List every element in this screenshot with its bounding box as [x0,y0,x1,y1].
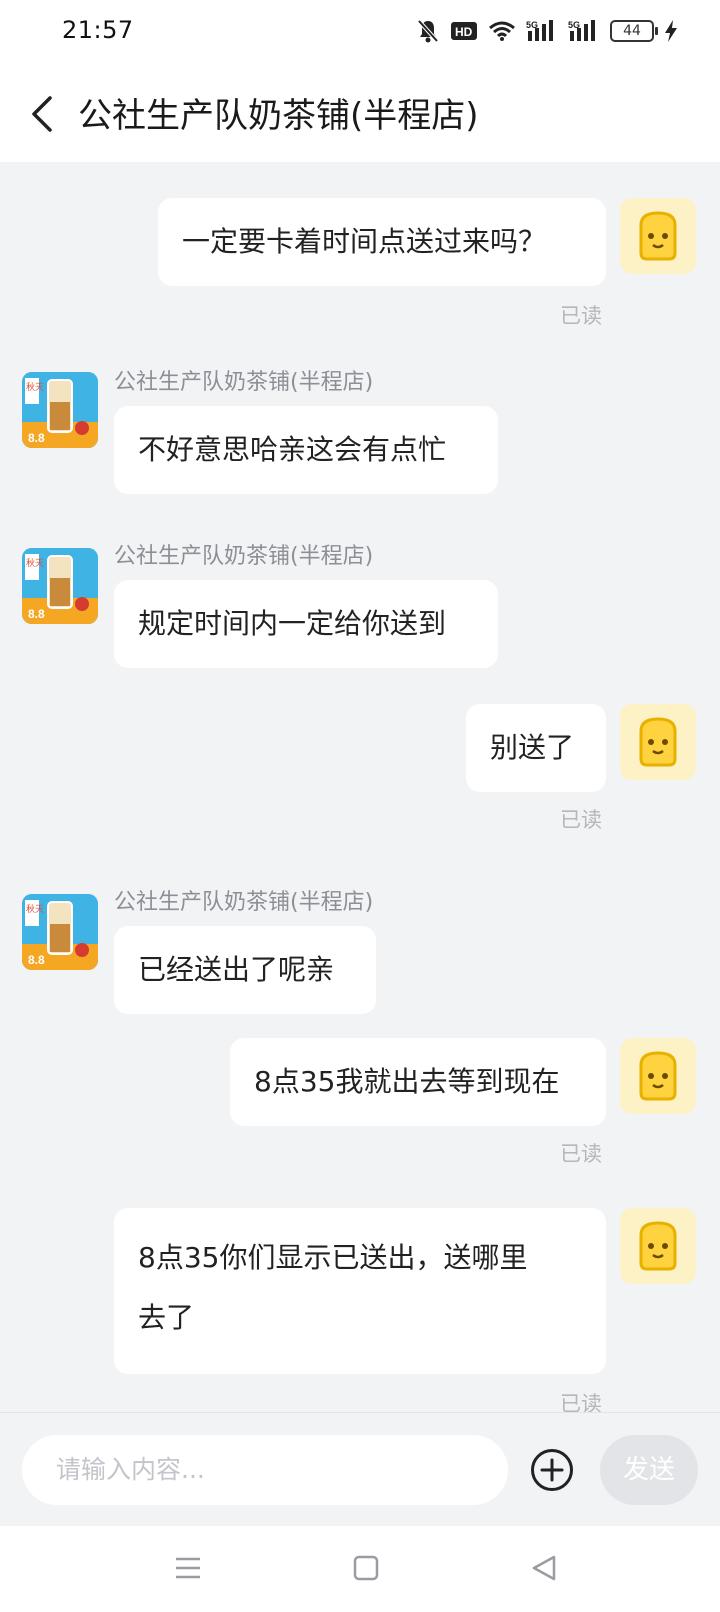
user-avatar[interactable] [620,198,696,274]
triangle-back-icon [532,1555,556,1581]
message-list[interactable]: 一定要卡着时间点送过来吗？ 已读 秋天 8.8 公社生产队奶茶铺(半程店) 不好意… [0,162,720,1412]
menu-button[interactable] [174,1554,202,1586]
shop-avatar[interactable]: 秋天 8.8 [22,894,98,970]
toast-face-icon [639,717,677,767]
status-time: 21:57 [62,16,134,44]
message-bubble[interactable]: 8点35我就出去等到现在 [230,1038,606,1126]
toast-face-icon [639,1051,677,1101]
message-bubble[interactable]: 已经送出了呢亲 [114,926,376,1014]
input-bar: 请输入内容... 发送 [0,1412,720,1526]
message-bubble[interactable]: 8点35你们显示已送出，送哪里 去了 [114,1208,606,1374]
user-avatar[interactable] [620,1038,696,1114]
status-bar: 21:57 HD 5G 5G 44 [0,0,720,66]
toast-face-icon [639,1221,677,1271]
message-line: 8点35你们显示已送出，送哪里 [138,1241,528,1274]
user-avatar[interactable] [620,1208,696,1284]
message-bubble[interactable]: 不好意思哈亲这会有点忙 [114,406,498,494]
hd-icon: HD [450,20,478,42]
wifi-icon [488,20,516,42]
page-title: 公社生产队奶茶铺(半程店) [78,96,479,136]
send-button[interactable]: 发送 [600,1435,698,1505]
home-button[interactable] [352,1554,380,1586]
signal-icon: 5G [568,19,600,43]
svg-text:8.8: 8.8 [28,431,45,445]
plus-circle-icon [531,1449,573,1491]
battery-icon: 44 [610,20,658,42]
shop-avatar[interactable]: 秋天 8.8 [22,548,98,624]
add-attachment-button[interactable] [530,1448,574,1492]
milk-tea-logo-icon: 秋天 8.8 [22,372,98,448]
sender-name: 公社生产队奶茶铺(半程店) [114,544,374,569]
read-status: 已读 [560,1392,602,1412]
read-status: 已读 [560,808,602,832]
message-input[interactable]: 请输入内容... [22,1435,508,1505]
svg-text:HD: HD [455,25,473,39]
user-avatar[interactable] [620,704,696,780]
svg-text:秋天: 秋天 [26,557,44,569]
shop-avatar[interactable]: 秋天 8.8 [22,372,98,448]
back-button[interactable] [24,90,64,138]
charging-icon [664,19,678,43]
message-line: 去了 [138,1301,195,1334]
sender-name: 公社生产队奶茶铺(半程店) [114,890,374,915]
read-status: 已读 [560,1142,602,1166]
svg-text:8.8: 8.8 [28,607,45,621]
read-status: 已读 [560,304,602,328]
milk-tea-logo-icon: 秋天 8.8 [22,894,98,970]
signal-icon: 5G [526,19,558,43]
home-square-icon [353,1555,379,1581]
back-nav-button[interactable] [530,1554,558,1586]
svg-text:秋天: 秋天 [26,903,44,915]
svg-text:秋天: 秋天 [26,381,44,393]
chat-header: 公社生产队奶茶铺(半程店) [0,66,720,162]
toast-face-icon [639,211,677,261]
svg-text:8.8: 8.8 [28,953,45,967]
milk-tea-logo-icon: 秋天 8.8 [22,548,98,624]
message-bubble[interactable]: 一定要卡着时间点送过来吗？ [158,198,606,286]
message-bubble[interactable]: 别送了 [466,704,606,792]
menu-icon [176,1557,200,1579]
message-bubble[interactable]: 规定时间内一定给你送到 [114,580,498,668]
system-nav-bar [0,1526,720,1612]
mute-bell-icon [416,18,440,44]
status-icons: HD 5G 5G 44 [416,18,678,44]
chevron-left-icon [32,96,52,132]
sender-name: 公社生产队奶茶铺(半程店) [114,370,374,395]
